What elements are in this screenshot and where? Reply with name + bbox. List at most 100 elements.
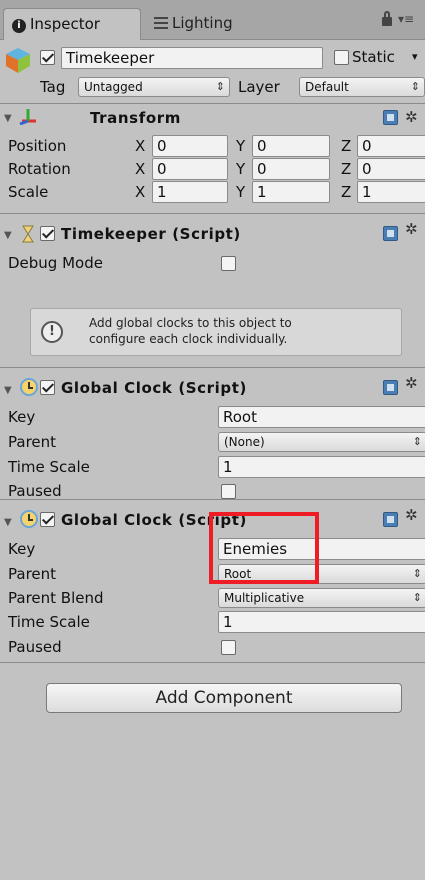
clock2-key-label: Key — [8, 540, 36, 558]
position-x-field[interactable]: 0 — [152, 135, 228, 157]
scale-y-field[interactable]: 1 — [252, 181, 330, 203]
gear-icon[interactable]: ✲ — [405, 376, 418, 391]
rotation-z-field[interactable]: 0 — [357, 158, 425, 180]
dropdown-arrow-icon: ⇕ — [412, 435, 422, 448]
gear-icon[interactable]: ✲ — [405, 508, 418, 523]
add-component-button[interactable]: Add Component — [46, 683, 402, 713]
rotation-z-label: Z — [341, 160, 352, 178]
active-toggle[interactable] — [40, 50, 55, 65]
dropdown-arrow-icon: ⇕ — [412, 591, 422, 604]
clock1-enabled-checkbox[interactable] — [40, 380, 55, 395]
clock1-parent-value: (None) — [224, 435, 265, 449]
clock2-blend-value: Multiplicative — [224, 591, 305, 605]
tag-dropdown[interactable]: Untagged ⇕ — [78, 77, 230, 97]
tab-inspector-label: Inspector — [30, 15, 100, 33]
clock2-timescale-label: Time Scale — [8, 613, 90, 631]
position-y-field[interactable]: 0 — [252, 135, 330, 157]
help-icon[interactable] — [383, 110, 398, 125]
layer-label: Layer — [238, 78, 280, 96]
position-label: Position — [8, 137, 67, 155]
clock2-blend-dropdown[interactable]: Multiplicative ⇕ — [218, 588, 425, 608]
warning-icon: ! — [41, 321, 63, 343]
divider — [0, 662, 425, 663]
help-box: ! Add global clocks to this object to co… — [30, 308, 402, 356]
help-icon[interactable] — [383, 226, 398, 241]
help-icon[interactable] — [383, 380, 398, 395]
hourglass-icon — [22, 225, 34, 243]
menu-icon[interactable]: ▾≡ — [398, 12, 414, 26]
help-line-2: configure each clock individually. — [89, 332, 288, 346]
divider — [0, 499, 425, 500]
tab-lighting-label: Lighting — [172, 14, 233, 32]
debug-mode-label: Debug Mode — [8, 254, 103, 272]
foldout-arrow-icon[interactable]: ▼ — [4, 230, 12, 241]
clock1-parent-dropdown[interactable]: (None) ⇕ — [218, 432, 425, 452]
foldout-arrow-icon[interactable]: ▼ — [4, 517, 12, 528]
clock2-paused-label: Paused — [8, 638, 62, 656]
rotation-y-field[interactable]: 0 — [252, 158, 330, 180]
clock1-timescale-label: Time Scale — [8, 458, 90, 476]
help-message: Add global clocks to this object to conf… — [89, 315, 292, 347]
scale-label: Scale — [8, 183, 49, 201]
scale-x-label: X — [135, 183, 146, 201]
tag-value: Untagged — [84, 80, 143, 94]
clock1-key-label: Key — [8, 408, 36, 426]
foldout-arrow-icon[interactable]: ▼ — [4, 113, 12, 124]
divider — [0, 103, 425, 104]
clock2-parent-label: Parent — [8, 565, 57, 583]
rotation-x-field[interactable]: 0 — [152, 158, 228, 180]
scale-z-label: Z — [341, 183, 352, 201]
clock-icon — [20, 378, 38, 396]
gameobject-icon — [6, 48, 30, 73]
rotation-x-label: X — [135, 160, 146, 178]
debug-mode-checkbox[interactable] — [221, 256, 236, 271]
clock1-timescale-field[interactable]: 1 — [218, 456, 425, 478]
static-label: Static — [352, 48, 395, 66]
position-z-field[interactable]: 0 — [357, 135, 425, 157]
transform-title: Transform — [90, 109, 181, 127]
layer-dropdown[interactable]: Default ⇕ — [299, 77, 425, 97]
tab-bar: i Inspector Lighting ▾≡ — [0, 0, 425, 40]
rotation-y-label: Y — [236, 160, 246, 178]
timekeeper-title: Timekeeper (Script) — [61, 225, 241, 243]
scale-y-label: Y — [236, 183, 246, 201]
object-name-field[interactable]: Timekeeper — [61, 47, 323, 69]
divider — [0, 367, 425, 368]
layer-value: Default — [305, 80, 349, 94]
position-z-label: Z — [341, 137, 352, 155]
clock2-blend-label: Parent Blend — [8, 589, 104, 607]
tab-inspector[interactable]: i Inspector — [3, 8, 141, 40]
clock1-paused-label: Paused — [8, 482, 62, 500]
static-checkbox[interactable] — [334, 50, 349, 65]
help-icon[interactable] — [383, 512, 398, 527]
lighting-icon — [154, 17, 168, 29]
clock2-paused-checkbox[interactable] — [221, 640, 236, 655]
divider — [0, 213, 425, 214]
transform-icon — [19, 109, 36, 125]
rotation-label: Rotation — [8, 160, 71, 178]
clock1-key-field[interactable]: Root — [218, 406, 425, 428]
tag-arrow-icon: ⇕ — [215, 80, 225, 93]
tag-label: Tag — [40, 78, 66, 96]
clock-icon — [20, 510, 38, 528]
clock2-enabled-checkbox[interactable] — [40, 512, 55, 527]
help-line-1: Add global clocks to this object to — [89, 316, 292, 330]
scale-x-field[interactable]: 1 — [152, 181, 228, 203]
highlight-box — [209, 512, 319, 584]
clock1-parent-label: Parent — [8, 433, 57, 451]
position-x-label: X — [135, 137, 146, 155]
gear-icon[interactable]: ✲ — [405, 222, 418, 237]
clock1-paused-checkbox[interactable] — [221, 484, 236, 499]
tab-lighting[interactable]: Lighting — [150, 8, 290, 40]
clock1-title: Global Clock (Script) — [61, 379, 247, 397]
dropdown-arrow-icon: ⇕ — [412, 567, 422, 580]
lock-icon[interactable] — [382, 11, 392, 26]
scale-z-field[interactable]: 1 — [357, 181, 425, 203]
timekeeper-enabled-checkbox[interactable] — [40, 226, 55, 241]
static-dropdown-arrow[interactable]: ▾ — [412, 47, 418, 67]
info-icon: i — [12, 19, 26, 33]
clock2-timescale-field[interactable]: 1 — [218, 611, 425, 633]
layer-arrow-icon: ⇕ — [410, 80, 420, 93]
foldout-arrow-icon[interactable]: ▼ — [4, 385, 12, 396]
gear-icon[interactable]: ✲ — [405, 110, 418, 125]
